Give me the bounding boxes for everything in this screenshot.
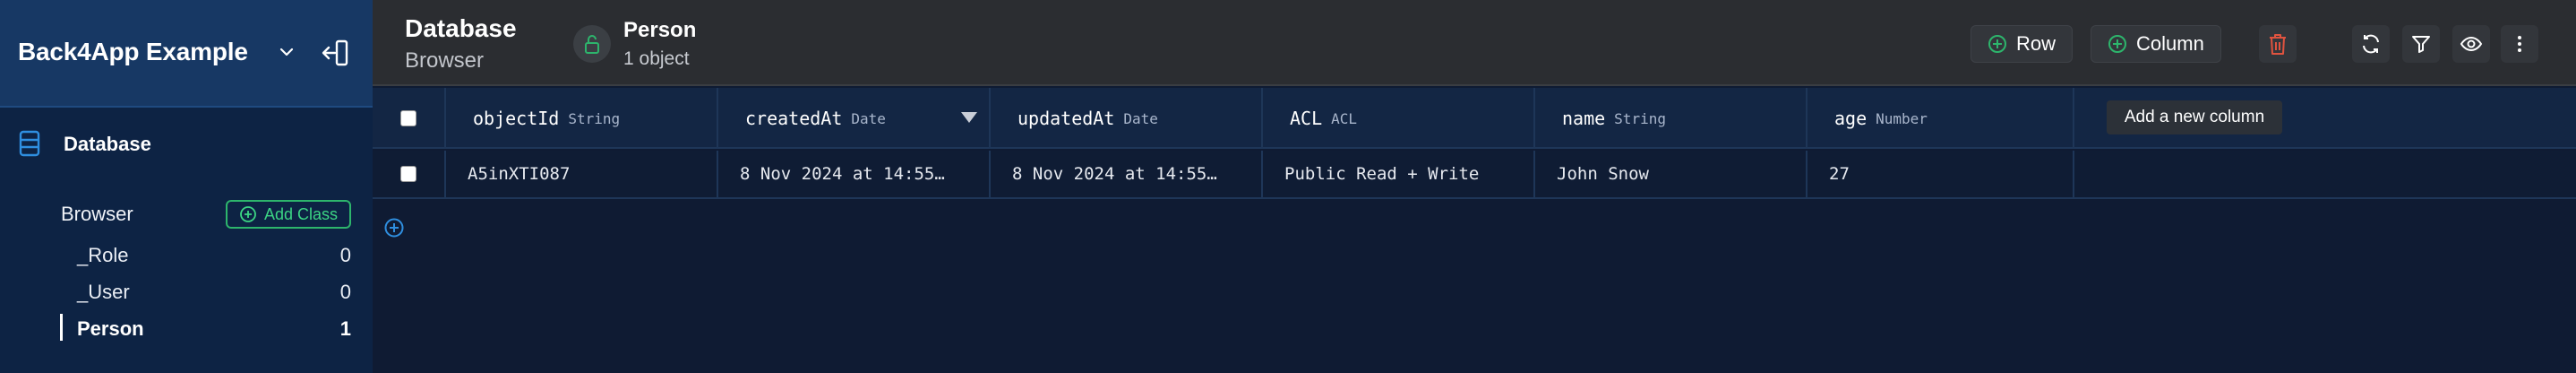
toolbar: Database Browser Person 1 object Row Col… [373,0,2576,86]
class-name: Person [77,317,144,340]
class-name: _User [77,281,130,303]
browser-label[interactable]: Browser [61,203,133,226]
row-checkbox[interactable] [400,166,416,182]
trash-icon [2270,34,2286,55]
page-title: Database [405,14,517,42]
column-type: String [1614,109,1666,127]
lock-icon [585,35,599,54]
add-row-button[interactable]: Row [1971,25,2074,63]
database-icon [19,130,40,157]
active-indicator [60,314,63,341]
nav-database[interactable]: Database [0,118,373,169]
filter-icon [2412,36,2430,53]
cell-acl[interactable]: Public Read + Write [1263,151,1535,197]
class-object-count: 1 object [623,48,690,69]
cell-name[interactable]: John Snow [1535,151,1807,197]
column-header-name[interactable]: name String [1535,88,1807,149]
filter-button[interactable] [2402,25,2440,63]
select-all-cell [373,88,446,149]
nav-database-label: Database [64,133,151,155]
plus-circle-icon[interactable] [383,217,405,239]
column-name: age [1834,108,1868,129]
column-type: ACL [1331,109,1358,127]
plus-circle-icon [240,206,256,222]
more-vertical-icon [2518,36,2521,52]
column-header-updatedat[interactable]: updatedAt Date [991,88,1263,149]
cell-value: John Snow [1557,164,1649,184]
row-select-cell [373,151,446,197]
cell-updatedat[interactable]: 8 Nov 2024 at 14:55… [991,151,1263,197]
class-security-button[interactable] [573,25,611,63]
plus-circle-icon [1988,35,2006,53]
cell-value: Public Read + Write [1284,164,1480,184]
page-subtitle: Browser [405,48,485,73]
add-column-button[interactable]: Column [2091,25,2221,63]
app-name: Back4App Example [18,38,248,65]
class-count: 0 [339,244,351,266]
column-name: createdAt [745,108,843,129]
cell-value: A5inXTI087 [468,164,571,184]
cell-createdat[interactable]: 8 Nov 2024 at 14:55… [718,151,991,197]
class-item-user[interactable]: _User 0 [0,275,373,308]
cell-age[interactable]: 27 [1807,151,2074,197]
cell-value: 8 Nov 2024 at 14:55… [1012,164,1217,184]
column-name: updatedAt [1018,108,1115,129]
class-count: 0 [339,281,351,303]
refresh-icon [2363,34,2379,54]
column-type: Date [851,109,886,127]
add-row-label: Row [2016,32,2057,55]
refresh-button[interactable] [2352,25,2390,63]
column-name: name [1562,108,1606,129]
sidebar: Back4App Example Database Browser Add Cl… [0,0,373,373]
column-type: Number [1876,109,1928,127]
column-header-age[interactable]: age Number [1807,88,2074,149]
add-class-button[interactable]: Add Class [226,200,351,229]
class-item-role[interactable]: _Role 0 [0,239,373,271]
cell-objectid[interactable]: A5inXTI087 [446,151,718,197]
column-type: String [568,109,621,127]
add-column-label: Column [2136,32,2204,55]
class-title: Person [623,18,697,42]
delete-button[interactable] [2259,25,2297,63]
class-item-person[interactable]: Person 1 [0,312,373,344]
add-class-label: Add Class [263,204,339,223]
column-name: objectId [473,108,560,129]
select-all-checkbox[interactable] [400,110,416,126]
column-header-createdat[interactable]: createdAt Date [718,88,991,149]
app-switcher[interactable]: Back4App Example [0,0,373,108]
chevron-down-icon[interactable] [276,41,297,63]
column-name: ACL [1290,108,1323,129]
eye-icon [2460,36,2483,52]
table-row[interactable]: A5inXTI087 8 Nov 2024 at 14:55… 8 Nov 20… [373,151,2576,199]
class-name: _Role [77,244,129,266]
column-visibility-button[interactable] [2452,25,2490,63]
collapse-sidebar-icon[interactable] [321,38,349,68]
column-header-acl[interactable]: ACL ACL [1263,88,1535,149]
cell-value: 27 [1829,164,1850,184]
plus-circle-icon [2108,35,2126,53]
add-column-tooltip[interactable]: Add a new column [2107,100,2282,134]
sort-desc-icon[interactable] [960,111,978,124]
cell-value: 8 Nov 2024 at 14:55… [740,164,945,184]
class-count: 1 [339,317,351,340]
column-header-objectid[interactable]: objectId String [446,88,718,149]
more-options-button[interactable] [2501,25,2538,63]
column-type: Date [1123,109,1158,127]
